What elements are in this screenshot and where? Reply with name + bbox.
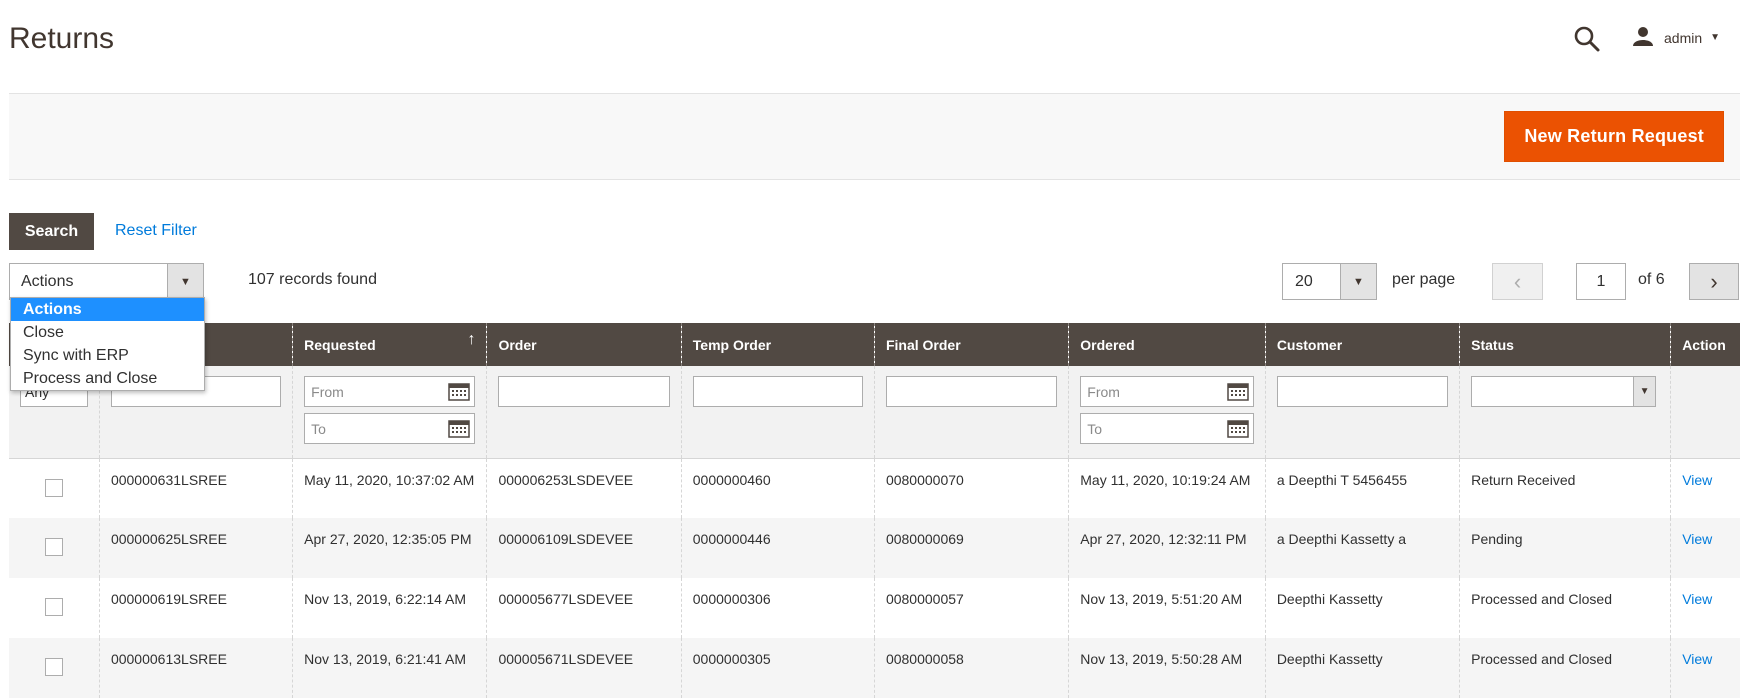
user-icon xyxy=(1632,26,1654,49)
cell-customer: a Deepthi T 5456455 xyxy=(1264,458,1460,518)
view-link[interactable]: View xyxy=(1682,472,1712,488)
cell-temp-order: 0000000305 xyxy=(680,638,875,698)
filter-customer-input[interactable] xyxy=(1276,376,1449,407)
cell-temp-order: 0000000446 xyxy=(680,518,875,578)
table-row: 000000619LSREE Nov 13, 2019, 6:22:14 AM … xyxy=(9,578,1740,638)
cell-requested: Nov 13, 2019, 6:21:41 AM xyxy=(292,638,487,698)
cell-final-order: 0080000058 xyxy=(873,638,1069,698)
returns-grid: Requested ↑ Order Temp Order Final Order … xyxy=(9,323,1740,698)
row-checkbox[interactable] xyxy=(44,478,63,497)
cell-order: 000005671LSDEVEE xyxy=(486,638,682,698)
table-row: 000000631LSREE May 11, 2020, 10:37:02 AM… xyxy=(9,458,1740,518)
cell-status: Pending xyxy=(1459,518,1671,578)
chevron-down-icon: ▼ xyxy=(1633,377,1656,406)
mass-actions-selected-value: Actions xyxy=(21,272,74,290)
cell-customer: Deepthi Kassetty xyxy=(1264,638,1460,698)
filter-status-select[interactable]: ▼ xyxy=(1471,376,1657,407)
cell-final-order: 0080000069 xyxy=(873,518,1069,578)
per-page-select[interactable]: 20 ▼ xyxy=(1282,263,1377,300)
page-number-input[interactable] xyxy=(1576,263,1626,300)
mass-action-option-process-close[interactable]: Process and Close xyxy=(11,367,204,390)
cell-customer: a Deepthi Kassetty a xyxy=(1264,518,1460,578)
calendar-icon[interactable] xyxy=(448,418,471,438)
view-link[interactable]: View xyxy=(1682,591,1712,607)
filter-order-input[interactable] xyxy=(498,376,670,407)
mass-actions-select[interactable]: Actions ▼ xyxy=(9,263,204,300)
mass-action-option-sync-erp[interactable]: Sync with ERP xyxy=(11,344,204,367)
cell-id: 000000619LSREE xyxy=(98,578,293,638)
per-page-label: per page xyxy=(1392,271,1456,288)
chevron-right-icon: › xyxy=(1710,268,1718,294)
chevron-down-icon[interactable]: ▼ xyxy=(1340,264,1376,299)
search-icon[interactable] xyxy=(1573,25,1601,53)
cell-id: 000000631LSREE xyxy=(98,458,293,518)
cell-id: 000000625LSREE xyxy=(98,518,293,578)
column-header-temp-order[interactable]: Temp Order xyxy=(680,323,875,366)
admin-user-menu[interactable]: admin ▼ xyxy=(1632,26,1720,49)
cell-ordered: Apr 27, 2020, 12:32:11 PM xyxy=(1068,518,1266,578)
column-header-status[interactable]: Status xyxy=(1459,323,1671,366)
records-found-count: 107 records found xyxy=(248,271,377,288)
cell-status: Processed and Closed xyxy=(1459,578,1671,638)
cell-ordered: Nov 13, 2019, 5:50:28 AM xyxy=(1068,638,1266,698)
cell-temp-order: 0000000306 xyxy=(680,578,875,638)
row-checkbox[interactable] xyxy=(44,658,63,676)
reset-filter-link[interactable]: Reset Filter xyxy=(115,222,197,240)
calendar-icon[interactable] xyxy=(448,381,471,401)
chevron-left-icon: ‹ xyxy=(1513,268,1522,294)
cell-order: 000006253LSDEVEE xyxy=(486,458,682,518)
filter-row: Any ▼ xyxy=(9,366,1740,459)
cell-requested: Nov 13, 2019, 6:22:14 AM xyxy=(292,578,487,638)
cell-customer: Deepthi Kassetty xyxy=(1264,578,1460,638)
cell-requested: Apr 27, 2020, 12:35:05 PM xyxy=(292,518,487,578)
cell-final-order: 0080000057 xyxy=(873,578,1069,638)
column-header-requested[interactable]: Requested ↑ xyxy=(292,323,487,366)
cell-order: 000005677LSDEVEE xyxy=(486,578,682,638)
mass-action-option-actions[interactable]: Actions xyxy=(11,298,204,321)
page-actions-bar: New Return Request xyxy=(9,93,1740,180)
new-return-request-button[interactable]: New Return Request xyxy=(1504,111,1724,162)
cell-status: Processed and Closed xyxy=(1459,638,1671,698)
filter-final-order-input[interactable] xyxy=(885,376,1058,407)
table-row: 000000613LSREE Nov 13, 2019, 6:21:41 AM … xyxy=(9,638,1740,698)
row-checkbox[interactable] xyxy=(44,598,63,616)
per-page-value: 20 xyxy=(1295,272,1313,290)
previous-page-button[interactable]: ‹ xyxy=(1492,263,1543,300)
next-page-button[interactable]: › xyxy=(1689,263,1739,300)
mass-actions-dropdown: Actions Close Sync with ERP Process and … xyxy=(10,297,205,391)
cell-ordered: May 11, 2020, 10:19:24 AM xyxy=(1068,458,1266,518)
mass-action-option-close[interactable]: Close xyxy=(11,321,204,344)
search-button[interactable]: Search xyxy=(9,213,94,250)
column-header-action: Action xyxy=(1670,323,1740,366)
filter-temp-order-input[interactable] xyxy=(692,376,863,407)
total-pages-label: of 6 xyxy=(1638,271,1665,288)
cell-id: 000000613LSREE xyxy=(98,638,293,698)
cell-requested: May 11, 2020, 10:37:02 AM xyxy=(292,458,487,518)
row-checkbox[interactable] xyxy=(44,538,63,556)
cell-ordered: Nov 13, 2019, 5:51:20 AM xyxy=(1068,578,1266,638)
column-header-final-order[interactable]: Final Order xyxy=(873,323,1069,366)
chevron-down-icon[interactable]: ▼ xyxy=(167,264,203,299)
cell-status: Return Received xyxy=(1459,458,1671,518)
column-header-requested-label: Requested xyxy=(304,336,376,353)
cell-temp-order: 0000000460 xyxy=(680,458,875,518)
table-row: 000000625LSREE Apr 27, 2020, 12:35:05 PM… xyxy=(9,518,1740,578)
cell-final-order: 0080000070 xyxy=(873,458,1069,518)
view-link[interactable]: View xyxy=(1682,531,1712,547)
column-header-customer[interactable]: Customer xyxy=(1264,323,1460,366)
cell-order: 000006109LSDEVEE xyxy=(486,518,682,578)
column-header-ordered[interactable]: Ordered xyxy=(1068,323,1266,366)
chevron-down-icon: ▼ xyxy=(1710,32,1721,43)
page-title: Returns xyxy=(9,22,115,55)
calendar-icon[interactable] xyxy=(1227,381,1249,401)
column-header-order[interactable]: Order xyxy=(486,323,682,366)
calendar-icon[interactable] xyxy=(1227,418,1249,438)
admin-username: admin xyxy=(1664,29,1703,46)
sort-arrow-icon: ↑ xyxy=(467,331,476,348)
view-link[interactable]: View xyxy=(1682,651,1712,667)
